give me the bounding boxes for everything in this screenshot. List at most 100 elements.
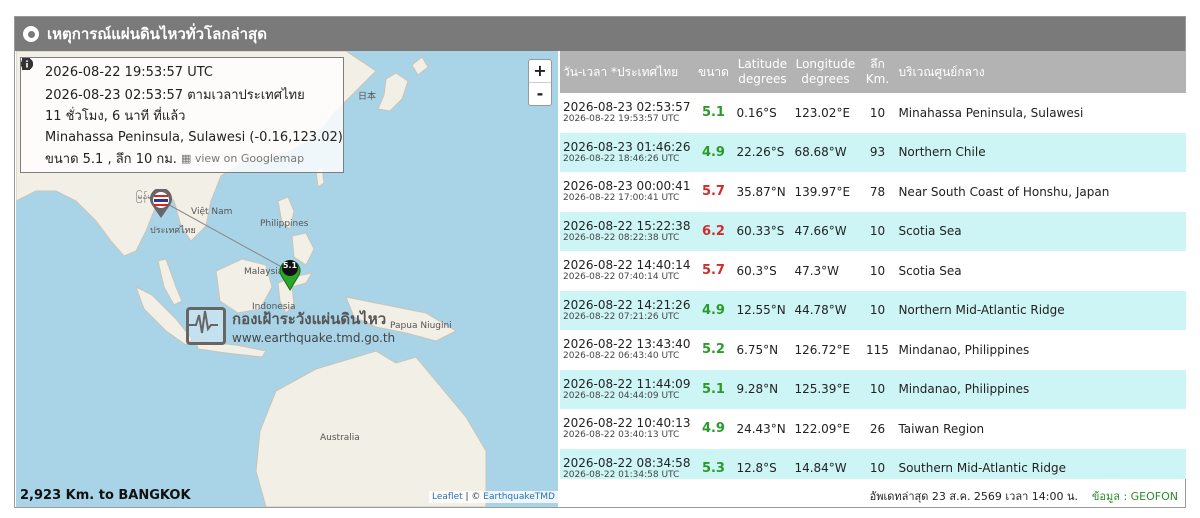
table-row[interactable]: 2026-08-22 13:43:40 2026-08-22 06:43:40 U… — [560, 330, 1186, 370]
cell-magnitude: 4.9 — [693, 132, 734, 172]
leaflet-link[interactable]: Leaflet — [432, 492, 463, 502]
cell-utc-time: 2026-08-22 19:53:57 UTC — [563, 114, 680, 125]
attribution-separator: | © — [462, 492, 484, 502]
table-row[interactable]: 2026-08-22 14:40:14 2026-08-22 07:40:14 U… — [560, 251, 1186, 291]
info-location: Minahassa Peninsula, Sulawesi (-0.16,123… — [45, 129, 343, 145]
cell-local-time: 2026-08-23 01:46:26 — [563, 139, 691, 154]
tmd-watermark: กองเฝ้าระวังแผ่นดินไหว www.earthquake.tm… — [186, 307, 395, 345]
table-row[interactable]: 2026-08-22 08:34:58 2026-08-22 01:34:58 U… — [560, 448, 1186, 479]
cell-depth: 115 — [859, 330, 896, 370]
earthquake-panel: เหตุการณ์แผ่นดินไหวทั่วโลกล่าสุด 日本 မြန်… — [14, 16, 1186, 508]
table-row[interactable]: 2026-08-22 14:21:26 2026-08-22 07:21:26 U… — [560, 290, 1186, 330]
cell-datetime: 2026-08-23 00:00:41 2026-08-22 17:00:41 U… — [560, 172, 694, 212]
table-row[interactable]: 2026-08-22 15:22:38 2026-08-22 08:22:38 U… — [560, 211, 1186, 251]
zoom-control: + - — [528, 59, 552, 106]
cell-magnitude: 4.9 — [693, 409, 734, 449]
cell-longitude: 126.72°E — [791, 330, 860, 370]
distance-to-bangkok: 2,923 Km. to BANGKOK — [20, 488, 191, 503]
cell-datetime: 2026-08-22 10:40:13 2026-08-22 03:40:13 U… — [560, 409, 694, 449]
cell-utc-time: 2026-08-22 08:22:38 UTC — [563, 232, 680, 243]
cell-latitude: 6.75°N — [733, 330, 792, 370]
cell-depth: 10 — [859, 251, 896, 291]
cell-latitude: 60.33°S — [733, 211, 792, 251]
record-icon — [23, 26, 39, 42]
table-header-row: วัน-เวลา *ประเทศไทย ขนาด Latitude degrees… — [560, 51, 1186, 93]
info-location-row: Minahassa Peninsula, Sulawesi (-0.16,123… — [21, 58, 343, 149]
earthquake-map[interactable]: 日本 မြန်မာ Việt Nam Philippines ประเทศไทย… — [16, 51, 558, 507]
cell-latitude: 12.55°N — [733, 290, 792, 330]
cell-datetime: 2026-08-22 13:43:40 2026-08-22 06:43:40 U… — [560, 330, 694, 370]
cell-datetime: 2026-08-22 14:40:14 2026-08-22 07:40:14 U… — [560, 251, 694, 291]
cell-local-time: 2026-08-22 11:44:09 — [563, 376, 691, 391]
table-row[interactable]: 2026-08-22 11:44:09 2026-08-22 04:44:09 U… — [560, 369, 1186, 409]
cell-local-time: 2026-08-22 08:34:58 — [563, 455, 691, 470]
cell-latitude: 22.26°S — [733, 132, 792, 172]
header-longitude-unit: degrees — [801, 72, 850, 86]
cell-datetime: 2026-08-22 11:44:09 2026-08-22 04:44:09 U… — [560, 369, 694, 409]
cell-longitude: 122.09°E — [791, 409, 860, 449]
cell-datetime: 2026-08-22 15:22:38 2026-08-22 08:22:38 U… — [560, 211, 694, 251]
last-updated: อัพเดทล่าสุด 23 ส.ค. 2569 เวลา 14:00 น. — [869, 490, 1078, 503]
table-row[interactable]: 2026-08-22 10:40:13 2026-08-22 03:40:13 U… — [560, 409, 1186, 449]
map-pin-icon — [21, 58, 41, 143]
cell-magnitude: 5.7 — [693, 251, 734, 291]
cell-utc-time: 2026-08-22 04:44:09 UTC — [563, 390, 680, 401]
cell-local-time: 2026-08-22 15:22:38 — [563, 218, 691, 233]
header-latitude-label: Latitude — [737, 57, 788, 71]
cell-utc-time: 2026-08-22 07:40:14 UTC — [563, 272, 680, 283]
cell-depth: 10 — [859, 369, 896, 409]
header-longitude: Longitude degrees — [791, 51, 860, 93]
cell-region: Minahassa Peninsula, Sulawesi — [895, 93, 1186, 133]
header-depth-unit: Km. — [865, 72, 890, 86]
cell-magnitude: 5.3 — [693, 448, 734, 479]
cell-longitude: 47.66°W — [791, 211, 860, 251]
cell-depth: 26 — [859, 409, 896, 449]
cell-local-time: 2026-08-22 13:43:40 — [563, 337, 691, 352]
cell-local-time: 2026-08-22 14:21:26 — [563, 297, 691, 312]
seismograph-logo-icon — [186, 307, 226, 345]
earthquake-table-wrapper: วัน-เวลา *ประเทศไทย ขนาด Latitude degrees… — [560, 51, 1186, 479]
cell-datetime: 2026-08-22 14:21:26 2026-08-22 07:21:26 U… — [560, 290, 694, 330]
header-datetime: วัน-เวลา *ประเทศไทย — [560, 51, 694, 93]
info-elapsed: 11 ชั่วโมง, 6 นาที ที่แล้ว — [45, 109, 186, 125]
cell-local-time: 2026-08-23 02:53:57 — [563, 100, 691, 115]
cell-local-time: 2026-08-22 14:40:14 — [563, 258, 691, 273]
table-row[interactable]: 2026-08-23 00:00:41 2026-08-22 17:00:41 U… — [560, 172, 1186, 212]
cell-region: Mindanao, Philippines — [895, 369, 1186, 409]
cell-region: Scotia Sea — [895, 251, 1186, 291]
cell-utc-time: 2026-08-22 03:40:13 UTC — [563, 430, 680, 441]
cell-region: Mindanao, Philippines — [895, 330, 1186, 370]
panel-title: เหตุการณ์แผ่นดินไหวทั่วโลกล่าสุด — [47, 25, 267, 43]
zoom-in-button[interactable]: + — [529, 60, 551, 82]
map-label-philippines: Philippines — [260, 219, 309, 229]
cell-depth: 10 — [859, 93, 896, 133]
info-thai-time: 2026-08-23 02:53:57 ตามเวลาประเทศไทย — [45, 87, 305, 103]
bangkok-marker-icon[interactable] — [149, 189, 173, 219]
table-body: 2026-08-23 02:53:57 2026-08-22 19:53:57 U… — [560, 93, 1186, 479]
info-thai-row: 2026-08-23 02:53:57 ตามเวลาประเทศไทย — [21, 58, 335, 106]
cell-depth: 93 — [859, 132, 896, 172]
cell-datetime: 2026-08-22 08:34:58 2026-08-22 01:34:58 U… — [560, 448, 694, 479]
cell-latitude: 35.87°N — [733, 172, 792, 212]
map-label-australia: Australia — [320, 433, 360, 443]
cell-region: Northern Chile — [895, 132, 1186, 172]
cell-datetime: 2026-08-23 01:46:26 2026-08-22 18:46:26 U… — [560, 132, 694, 172]
cell-region: Northern Mid-Atlantic Ridge — [895, 290, 1186, 330]
cell-utc-time: 2026-08-22 17:00:41 UTC — [563, 193, 680, 204]
cell-longitude: 14.84°W — [791, 448, 860, 479]
cell-magnitude: 4.9 — [693, 290, 734, 330]
table-row[interactable]: 2026-08-23 01:46:26 2026-08-22 18:46:26 U… — [560, 132, 1186, 172]
map-label-thailand: ประเทศไทย — [150, 226, 196, 236]
cell-magnitude: 5.7 — [693, 172, 734, 212]
cell-region: Near South Coast of Honshu, Japan — [895, 172, 1186, 212]
header-longitude-label: Longitude — [795, 57, 856, 71]
cell-latitude: 12.8°S — [733, 448, 792, 479]
info-utc-time: 2026-08-22 19:53:57 UTC — [45, 65, 213, 81]
header-region: บริเวณศูนย์กลาง — [895, 51, 1186, 93]
zoom-out-button[interactable]: - — [529, 82, 551, 105]
googlemap-link[interactable]: ▦ view on Googlemap — [181, 152, 304, 165]
info-circle-icon — [21, 58, 41, 165]
epicenter-marker[interactable]: 5.1 — [279, 257, 301, 291]
table-row[interactable]: 2026-08-23 02:53:57 2026-08-22 19:53:57 U… — [560, 93, 1186, 133]
tmd-link[interactable]: EarthquakeTMD — [483, 492, 555, 502]
